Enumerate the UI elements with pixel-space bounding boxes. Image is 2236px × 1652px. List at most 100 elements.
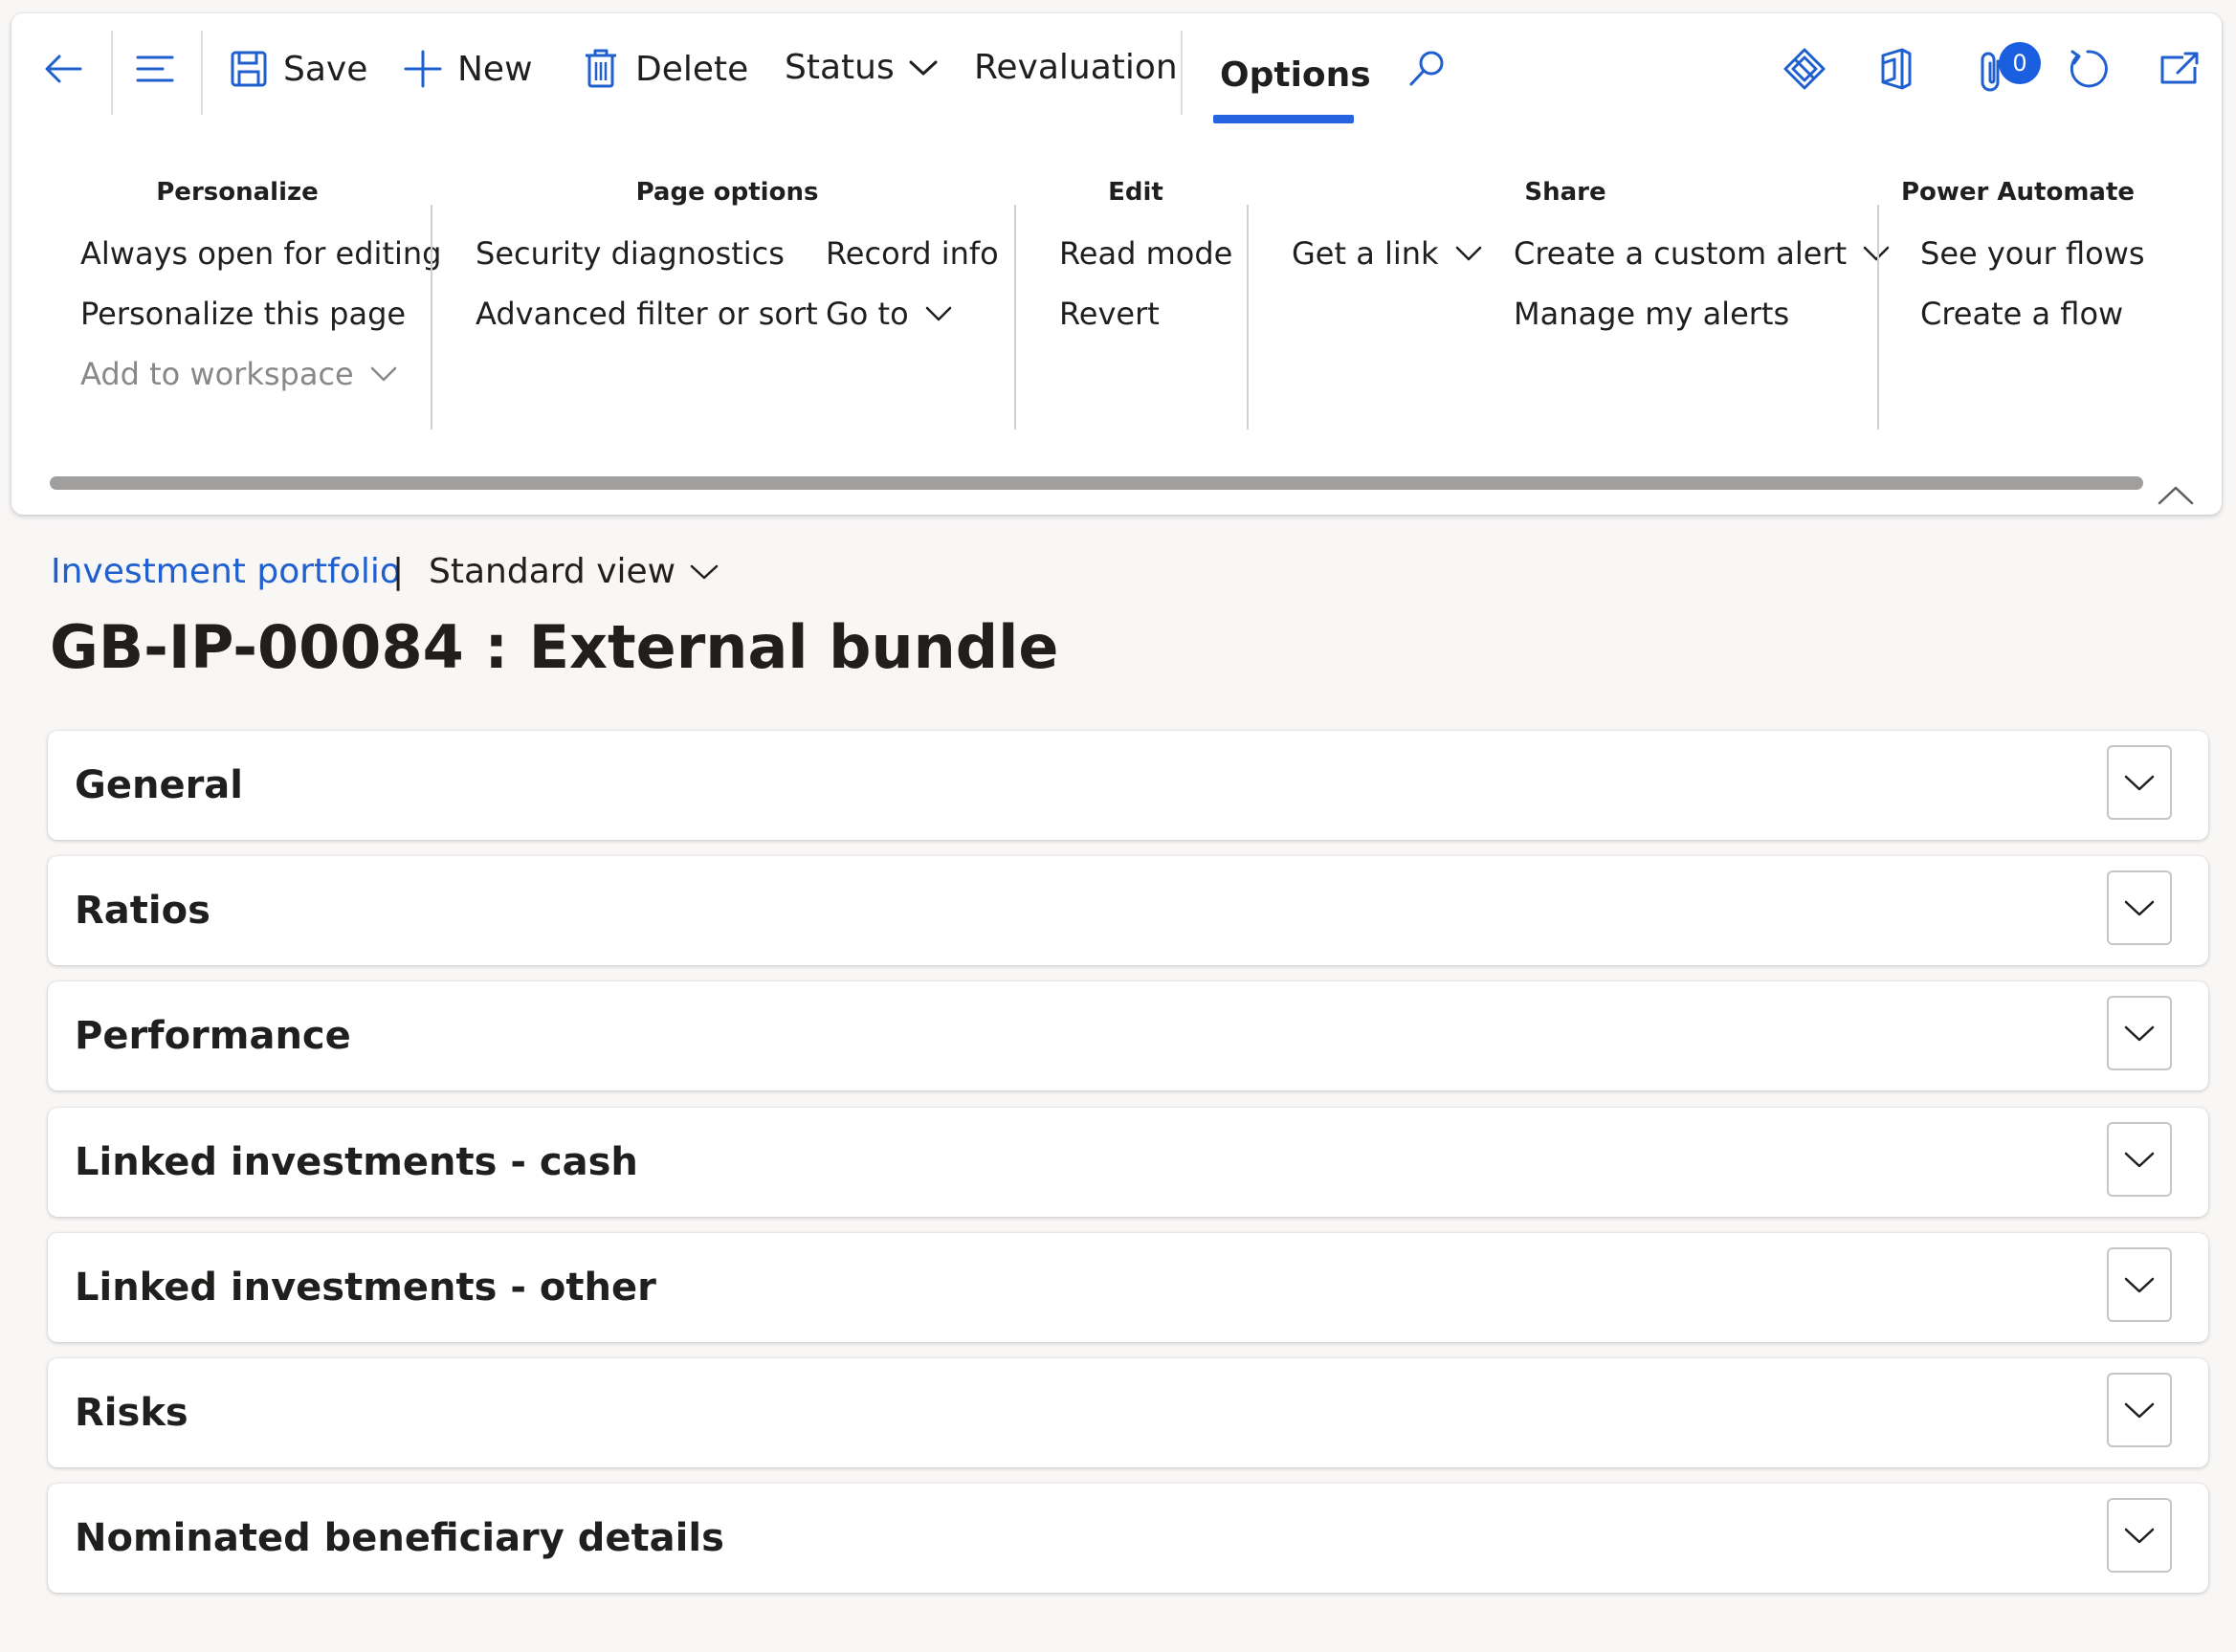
revert-button[interactable]: Revert (1059, 296, 1160, 332)
new-button[interactable]: New (402, 48, 533, 90)
back-arrow-icon (45, 55, 82, 83)
group-title-share: Share (1524, 178, 1606, 207)
group-title-page-options: Page options (635, 178, 819, 207)
always-open-for-editing-button[interactable]: Always open for editing (80, 235, 441, 272)
office-button[interactable] (1873, 46, 1919, 92)
section-title: Ratios (75, 889, 210, 933)
attachments-count-badge: 0 (1999, 42, 2041, 84)
plus-icon (404, 50, 442, 88)
group-separator (1247, 205, 1249, 430)
toolbar-separator (1181, 31, 1183, 115)
see-your-flows-button[interactable]: See your flows (1920, 235, 2145, 272)
expand-section-button[interactable] (2107, 870, 2172, 945)
chevron-down-icon (370, 366, 396, 382)
toolbar-separator (111, 31, 113, 115)
save-label: Save (283, 49, 368, 89)
chevron-down-icon (2124, 1025, 2155, 1042)
delete-button[interactable]: Delete (580, 46, 748, 92)
group-separator (1877, 205, 1879, 430)
section-ratios[interactable]: Ratios (48, 856, 2208, 965)
breadcrumb-separator: | (392, 552, 405, 591)
power-apps-diamond-icon (1783, 48, 1826, 90)
view-selector-label: Standard view (429, 552, 676, 591)
add-to-workspace-label: Add to workspace (80, 356, 354, 392)
open-new-window-button[interactable] (2157, 46, 2203, 92)
open-in-new-window-icon (2160, 52, 2199, 84)
new-label: New (457, 49, 533, 89)
chevron-down-icon (2124, 1528, 2155, 1544)
tab-options[interactable]: Options (1220, 55, 1371, 95)
section-title: Linked investments - cash (75, 1140, 638, 1184)
status-menu[interactable]: Status (785, 48, 939, 87)
refresh-icon (2070, 50, 2108, 88)
create-a-flow-button[interactable]: Create a flow (1920, 296, 2123, 332)
breadcrumb-investment-portfolio[interactable]: Investment portfolio (51, 552, 401, 591)
save-icon (231, 51, 267, 87)
chevron-down-icon (909, 60, 938, 75)
expand-section-button[interactable] (2107, 1247, 2172, 1322)
tab-options-indicator (1213, 115, 1354, 123)
security-diagnostics-button[interactable]: Security diagnostics (476, 235, 785, 272)
office-icon (1881, 48, 1912, 90)
expand-section-button[interactable] (2107, 745, 2172, 820)
add-to-workspace-menu[interactable]: Add to workspace (80, 356, 398, 392)
chevron-down-icon (2124, 775, 2155, 791)
get-a-link-menu[interactable]: Get a link (1292, 235, 1483, 272)
record-info-button[interactable]: Record info (826, 235, 999, 272)
trash-icon (586, 49, 616, 88)
section-title: Nominated beneficiary details (75, 1516, 724, 1560)
create-custom-alert-label: Create a custom alert (1514, 235, 1848, 272)
search-button[interactable] (1405, 46, 1450, 92)
menu-button[interactable] (132, 46, 178, 92)
chevron-up-icon (2158, 486, 2194, 505)
group-title-edit: Edit (1108, 178, 1163, 207)
section-title: Performance (75, 1014, 351, 1058)
section-title: Risks (75, 1391, 188, 1435)
create-custom-alert-menu[interactable]: Create a custom alert (1514, 235, 1891, 272)
collapse-ribbon-button[interactable] (2157, 484, 2195, 511)
go-to-menu[interactable]: Go to (826, 296, 953, 332)
section-risks[interactable]: Risks (48, 1358, 2208, 1467)
get-a-link-label: Get a link (1292, 235, 1439, 272)
status-label: Status (785, 48, 895, 87)
expand-section-button[interactable] (2107, 1373, 2172, 1447)
section-nominated-beneficiary-details[interactable]: Nominated beneficiary details (48, 1484, 2208, 1593)
back-button[interactable] (40, 46, 86, 92)
search-icon (1409, 51, 1444, 86)
expand-section-button[interactable] (2107, 1498, 2172, 1573)
manage-my-alerts-button[interactable]: Manage my alerts (1514, 296, 1789, 332)
chevron-down-icon (2124, 1152, 2155, 1168)
section-linked-investments-other[interactable]: Linked investments - other (48, 1233, 2208, 1342)
expand-section-button[interactable] (2107, 1122, 2172, 1197)
revaluation-button[interactable]: Revaluation (974, 48, 1178, 87)
read-mode-button[interactable]: Read mode (1059, 235, 1232, 272)
chevron-down-icon (1455, 246, 1481, 261)
save-button[interactable]: Save (228, 48, 367, 90)
delete-label: Delete (635, 49, 749, 89)
section-linked-investments-cash[interactable]: Linked investments - cash (48, 1108, 2208, 1217)
section-title: General (75, 763, 243, 807)
toolbar-separator (201, 31, 203, 115)
chevron-down-icon (2124, 1277, 2155, 1293)
power-apps-button[interactable] (1782, 46, 1827, 92)
section-performance[interactable]: Performance (48, 981, 2208, 1090)
chevron-down-icon (2124, 1402, 2155, 1419)
view-selector[interactable]: Standard view (429, 552, 720, 591)
section-title: Linked investments - other (75, 1266, 656, 1310)
hamburger-icon (136, 55, 174, 82)
revaluation-label: Revaluation (974, 48, 1178, 87)
group-title-power-automate: Power Automate (1900, 178, 2136, 207)
ribbon-scrollbar[interactable] (50, 476, 2143, 490)
refresh-button[interactable] (2065, 46, 2111, 92)
advanced-filter-button[interactable]: Advanced filter or sort (476, 296, 818, 332)
ribbon: Save New Delete Status Revaluation Optio… (11, 13, 2222, 515)
group-separator (1014, 205, 1016, 430)
group-title-personalize: Personalize (156, 178, 319, 207)
expand-section-button[interactable] (2107, 996, 2172, 1070)
personalize-this-page-button[interactable]: Personalize this page (80, 296, 406, 332)
chevron-down-icon (690, 564, 719, 579)
section-general[interactable]: General (48, 731, 2208, 840)
chevron-down-icon (925, 306, 951, 321)
go-to-label: Go to (826, 296, 909, 332)
group-separator (431, 205, 432, 430)
